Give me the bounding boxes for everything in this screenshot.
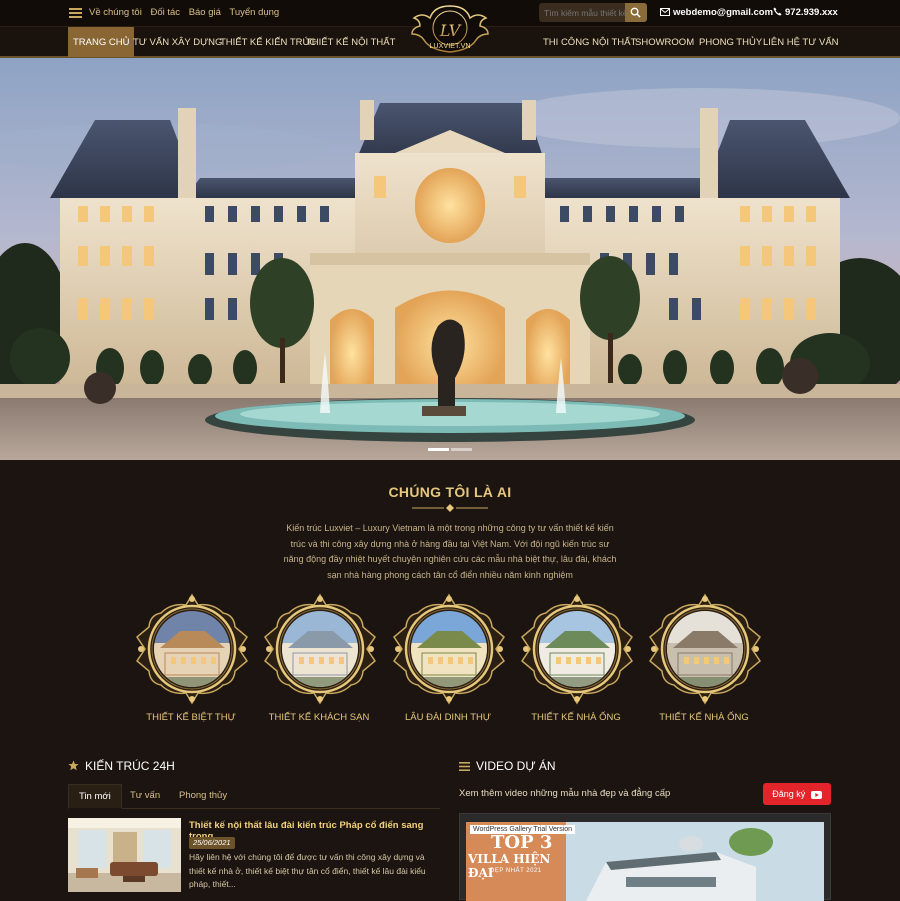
about-title: CHÚNG TÔI LÀ AI: [388, 484, 512, 500]
category-label-hotel[interactable]: Thiết kế khách sạn: [249, 712, 389, 723]
video-subtitle: Xem thêm video những mẫu nhà đẹp và đẳng…: [459, 788, 671, 799]
video-section-title: VIDEO DỰ ÁN: [459, 759, 556, 773]
menu-icon[interactable]: [69, 8, 82, 18]
slider-dot-1[interactable]: [428, 448, 449, 451]
nav-item-contact[interactable]: Liên hệ tư vấn: [763, 27, 839, 57]
list-icon: [459, 762, 470, 771]
nav-item-feng-shui[interactable]: Phong thủy: [699, 27, 762, 57]
news-title-text: KIẾN TRÚC 24H: [85, 759, 175, 773]
ornament-divider-icon: [412, 504, 488, 512]
slider-dot-2[interactable]: [451, 448, 472, 451]
top-link-careers[interactable]: Tuyển dụng: [229, 7, 279, 18]
category-label-castle[interactable]: Lâu đài dinh thự: [378, 712, 518, 723]
nav-item-home[interactable]: Trang chủ: [68, 27, 135, 57]
slider-dots: [428, 448, 472, 451]
gold-frame-medallion: [649, 593, 761, 705]
search-box: [539, 3, 647, 22]
news-item-excerpt: Hãy liên hệ với chúng tôi để được tư vấn…: [189, 852, 426, 889]
mail-icon: [660, 8, 670, 16]
logo-monogram: LV: [439, 21, 462, 40]
category-label-villa[interactable]: Thiết kế biệt thự: [121, 712, 261, 723]
search-input[interactable]: [539, 3, 625, 22]
video-thumb-subheading: VILLA HIỆN ĐẠI: [468, 852, 551, 880]
top-link-about[interactable]: Về chúng tôi: [89, 7, 142, 18]
video-title-text: VIDEO DỰ ÁN: [476, 759, 556, 773]
video-thumb-heading: TOP 3: [491, 832, 553, 853]
news-thumbnail[interactable]: [68, 818, 181, 892]
news-tabs: Tin mới Tư vấn Phong thủy: [68, 784, 440, 809]
search-icon: [630, 7, 641, 18]
hero-image-chateau: [0, 58, 900, 460]
nav-item-interior-construction[interactable]: Thi công nội thất: [543, 27, 636, 57]
site-logo[interactable]: LV LUXVIET.VN: [408, 4, 492, 54]
subscribe-label: Đăng ký: [772, 789, 806, 799]
category-card-villa[interactable]: [135, 593, 249, 705]
youtube-icon: [810, 791, 822, 799]
category-card-townhouse-1[interactable]: [520, 593, 634, 705]
category-card-townhouse-2[interactable]: [648, 593, 762, 705]
top-link-partners[interactable]: Đối tác: [150, 7, 180, 18]
contact-email[interactable]: webdemo@gmail.com: [660, 7, 773, 18]
gold-frame-medallion: [136, 593, 248, 705]
category-card-hotel[interactable]: [263, 593, 377, 705]
hero-slider[interactable]: [0, 58, 900, 460]
nav-item-showroom[interactable]: Showroom: [635, 27, 694, 57]
logo-text: LUXVIET.VN: [429, 41, 470, 50]
news-item-date: 25/06/2021: [189, 837, 235, 849]
about-text: Kiến trúc Luxviet – Luxury Vietnam là mộ…: [283, 523, 617, 580]
video-thumb-caption: ĐẸP NHẤT 2021: [490, 868, 542, 874]
phone-text: 972.939.xxx: [785, 7, 838, 18]
category-label-townhouse-1[interactable]: Thiết kế nhà ống: [506, 712, 646, 723]
news-thumbnail-image: [68, 818, 181, 892]
subscribe-button[interactable]: Đăng ký: [763, 783, 831, 805]
gold-frame-medallion: [521, 593, 633, 705]
email-text: webdemo@gmail.com: [673, 7, 774, 18]
nav-item-architecture[interactable]: Thiết kế kiến trúc: [220, 27, 316, 57]
gold-frame-medallion: [264, 593, 376, 705]
nav-item-construction-advice[interactable]: Tư vấn xây dựng: [133, 27, 222, 57]
gold-frame-medallion: [393, 593, 505, 705]
star-icon: [68, 760, 79, 771]
tab-feng-shui[interactable]: Phong thủy: [179, 784, 227, 809]
top-link-pricing[interactable]: Báo giá: [189, 7, 221, 18]
tab-latest[interactable]: Tin mới: [68, 784, 122, 809]
contact-phone[interactable]: 972.939.xxx: [773, 7, 838, 18]
search-button[interactable]: [625, 3, 647, 22]
category-card-castle[interactable]: [392, 593, 506, 705]
phone-icon: [773, 7, 782, 16]
tab-advice[interactable]: Tư vấn: [130, 784, 160, 809]
nav-item-interior[interactable]: Thiết kế nội thất: [306, 27, 395, 57]
news-section-title: KIẾN TRÚC 24H: [68, 759, 175, 773]
top-links: Về chúng tôi Đối tác Báo giá Tuyển dụng: [89, 7, 285, 18]
category-label-townhouse-2[interactable]: Thiết kế nhà ống: [634, 712, 774, 723]
